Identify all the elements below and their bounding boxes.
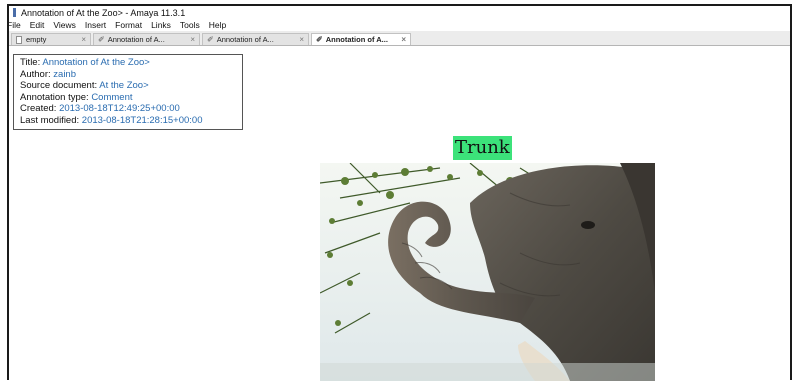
tab-empty[interactable]: empty × (11, 33, 91, 45)
close-icon[interactable]: × (81, 35, 86, 44)
tab-label: empty (26, 35, 47, 44)
type-value[interactable]: Comment (91, 92, 132, 103)
menu-bar: File Edit Views Insert Format Links Tool… (9, 19, 790, 31)
modified-label: Last modified: (20, 114, 80, 126)
annotation-source-row: Source document: At the Zoo> (20, 80, 236, 92)
tab-annotation-active[interactable]: ✐ Annotation of A... × (311, 33, 411, 45)
menu-format[interactable]: Format (115, 20, 142, 30)
menu-links[interactable]: Links (151, 20, 171, 30)
annotation-title-row: Title: Annotation of At the Zoo> (20, 57, 236, 69)
type-label: Annotation type: (20, 91, 89, 103)
author-label: Author: (20, 68, 51, 80)
edit-icon: ✐ (207, 35, 214, 44)
menu-file[interactable]: File (9, 20, 21, 30)
menu-help[interactable]: Help (209, 20, 226, 30)
tab-label: Annotation of A... (325, 35, 388, 44)
annotation-info-box: Title: Annotation of At the Zoo> Author:… (13, 54, 243, 130)
modified-value[interactable]: 2013-08-18T21:28:15+00:00 (82, 115, 203, 126)
menu-tools[interactable]: Tools (180, 20, 200, 30)
tab-label: Annotation of A... (216, 35, 274, 44)
menu-edit[interactable]: Edit (30, 20, 45, 30)
title-bar: Annotation of At the Zoo> - Amaya 11.3.1 (9, 6, 790, 19)
close-icon[interactable]: × (190, 35, 195, 44)
annotation-created-row: Created: 2013-08-18T12:49:25+00:00 (20, 103, 236, 115)
doc-icon (16, 35, 22, 44)
close-icon[interactable]: × (299, 35, 304, 44)
amaya-app-icon (13, 8, 16, 17)
source-document-link[interactable]: At the Zoo> (99, 80, 148, 91)
annotation-modified-row: Last modified: 2013-08-18T21:28:15+00:00 (20, 115, 236, 127)
tab-annotation-1[interactable]: ✐ Annotation of A... × (93, 33, 200, 45)
menu-insert[interactable]: Insert (85, 20, 106, 30)
created-value[interactable]: 2013-08-18T12:49:25+00:00 (59, 103, 180, 114)
title-value-link[interactable]: Annotation of At the Zoo> (42, 57, 149, 68)
title-label: Title: (20, 57, 41, 68)
close-icon[interactable]: × (401, 35, 406, 44)
menu-views[interactable]: Views (53, 20, 76, 30)
edit-icon: ✐ (98, 35, 105, 44)
elephant-trunk-photo (320, 163, 655, 381)
source-label: Source document: (20, 80, 98, 91)
tab-label: Annotation of A... (107, 35, 165, 44)
window-title: Annotation of At the Zoo> - Amaya 11.3.1 (21, 7, 186, 18)
annotation-author-row: Author: zainb (20, 69, 236, 81)
created-label: Created: (20, 103, 57, 114)
trunk-heading: Trunk (453, 136, 512, 160)
tab-annotation-2[interactable]: ✐ Annotation of A... × (202, 33, 309, 45)
author-value[interactable]: zainb (53, 69, 76, 80)
annotation-type-row: Annotation type: Comment (20, 92, 236, 104)
edit-icon: ✐ (316, 35, 323, 44)
tab-bar: empty × ✐ Annotation of A... × ✐ Annotat… (9, 31, 790, 46)
